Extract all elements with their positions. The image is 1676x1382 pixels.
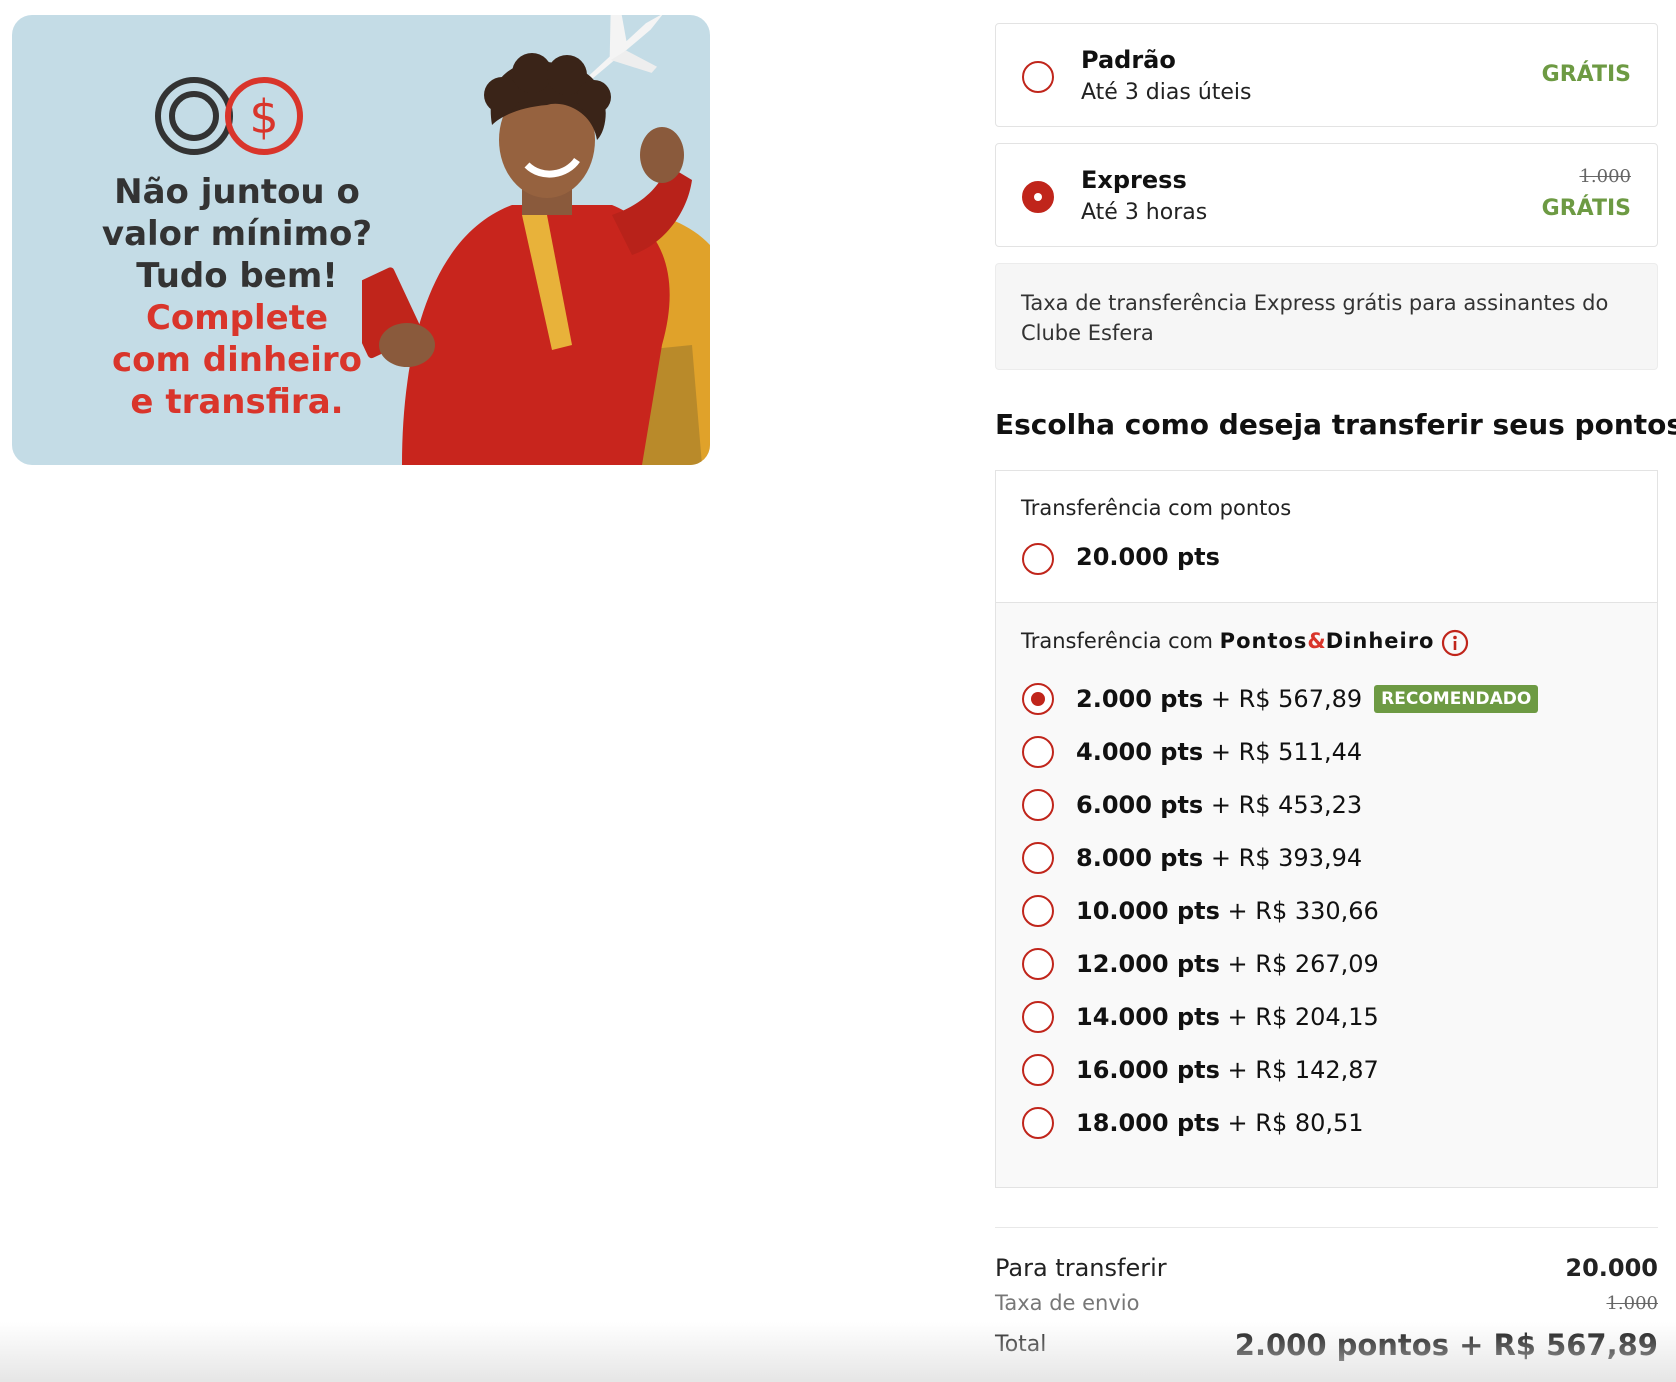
svg-text:$: $ [249,90,278,144]
summary-total-label: Total [995,1332,1047,1357]
points-money-label: Transferência com Pontos&Dinheiro [1021,629,1435,653]
info-icon[interactable] [1441,629,1469,657]
label-prefix: Transferência com [1021,629,1220,653]
option-money: + R$ 453,23 [1203,791,1363,819]
mixed-option-text: 10.000 pts + R$ 330,66 [1076,897,1379,925]
option-points: 2.000 pts [1076,685,1204,713]
summary-fee-label: Taxa de envio [995,1291,1140,1315]
shipping-price: GRÁTIS [1541,62,1631,87]
shipping-title: Express [1081,166,1187,194]
option-points: 18.000 pts [1076,1109,1220,1137]
radio-button[interactable] [1022,842,1054,874]
option-money: + R$ 142,87 [1219,1056,1379,1084]
option-points: 6.000 pts [1076,791,1204,819]
points-money-options: Transferência com Pontos&Dinheiro 2.000 … [995,602,1658,1188]
radio-button[interactable] [1022,1001,1054,1033]
shipping-subtitle: Até 3 dias úteis [1081,80,1252,105]
shipping-option-standard[interactable]: Padrão Até 3 dias úteis GRÁTIS [995,23,1658,127]
banner-line: Não juntou o [114,172,360,212]
traveler-photo [362,15,710,465]
mixed-option-text: 16.000 pts + R$ 142,87 [1076,1056,1379,1084]
mixed-option-text: 12.000 pts + R$ 267,09 [1076,950,1379,978]
transfer-section-title: Escolha como deseja transferir seus pont… [995,408,1676,441]
radio-button-selected[interactable] [1022,683,1054,715]
option-money: + R$ 567,89 [1203,685,1363,713]
mixed-option-text: 6.000 pts + R$ 453,23 [1076,791,1362,819]
option-points: 14.000 pts [1076,1003,1220,1031]
option-money: + R$ 204,15 [1219,1003,1379,1031]
radio-button[interactable] [1022,1054,1054,1086]
banner-line: e transfira. [130,382,344,422]
option-money: + R$ 330,66 [1219,897,1379,925]
points-only-option: Transferência com pontos 20.000 pts [995,470,1658,602]
radio-button[interactable] [1022,543,1054,575]
mixed-option-text: 2.000 pts + R$ 567,89 RECOMENDADO [1076,685,1539,713]
option-money: + R$ 80,51 [1219,1109,1364,1137]
radio-button[interactable] [1022,1107,1054,1139]
radio-button[interactable] [1022,736,1054,768]
option-money: + R$ 393,94 [1203,844,1363,872]
banner-headline: Não juntou o valor mínimo? Tudo bem! Com… [72,171,402,423]
summary-transfer-value: 20.000 [1565,1254,1658,1282]
shipping-price: GRÁTIS [1541,196,1631,221]
summary-fee-value: 1.000 [1606,1293,1658,1314]
summary-total-value: 2.000 pontos + R$ 567,89 [1234,1328,1658,1362]
option-points: 12.000 pts [1076,950,1220,978]
option-points: 8.000 pts [1076,844,1204,872]
banner-line: valor mínimo? [101,214,373,254]
mixed-option-text: 4.000 pts + R$ 511,44 [1076,738,1362,766]
brand-amp: & [1307,629,1326,653]
option-money: + R$ 511,44 [1203,738,1363,766]
summary-transfer-label: Para transferir [995,1254,1167,1282]
express-fee-note: Taxa de transferência Express grátis par… [995,263,1658,370]
radio-button[interactable] [1022,948,1054,980]
radio-button[interactable] [1022,789,1054,821]
banner-line: Complete [145,298,329,338]
brand-pontos: Pontos [1219,629,1308,653]
banner-line: Tudo bem! [136,256,338,296]
mixed-option-text: 14.000 pts + R$ 204,15 [1076,1003,1379,1031]
radio-button[interactable] [1022,61,1054,93]
brand-dinheiro: Dinheiro [1325,629,1435,653]
shipping-option-express[interactable]: Express Até 3 horas 1.000 GRÁTIS [995,143,1658,247]
mixed-option-text: 18.000 pts + R$ 80,51 [1076,1109,1364,1137]
option-money: + R$ 267,09 [1219,950,1379,978]
promo-banner: $ Não juntou o valor mínimo? Tudo bem! C… [12,15,710,465]
option-points: 10.000 pts [1076,897,1220,925]
mixed-option-text: 8.000 pts + R$ 393,94 [1076,844,1362,872]
recommended-badge: RECOMENDADO [1374,685,1539,713]
points-only-value: 20.000 pts [1076,543,1220,571]
shipping-old-price: 1.000 [1579,166,1631,187]
radio-button[interactable] [1022,895,1054,927]
shipping-title: Padrão [1081,46,1176,74]
shipping-subtitle: Até 3 horas [1081,200,1208,225]
points-only-label: Transferência com pontos [1021,496,1292,520]
radio-button-selected[interactable] [1022,181,1054,213]
summary-divider [995,1227,1658,1228]
option-points: 4.000 pts [1076,738,1204,766]
points-money-logo-icon: $ [155,77,303,155]
option-points: 16.000 pts [1076,1056,1220,1084]
banner-line: com dinheiro [111,340,363,380]
